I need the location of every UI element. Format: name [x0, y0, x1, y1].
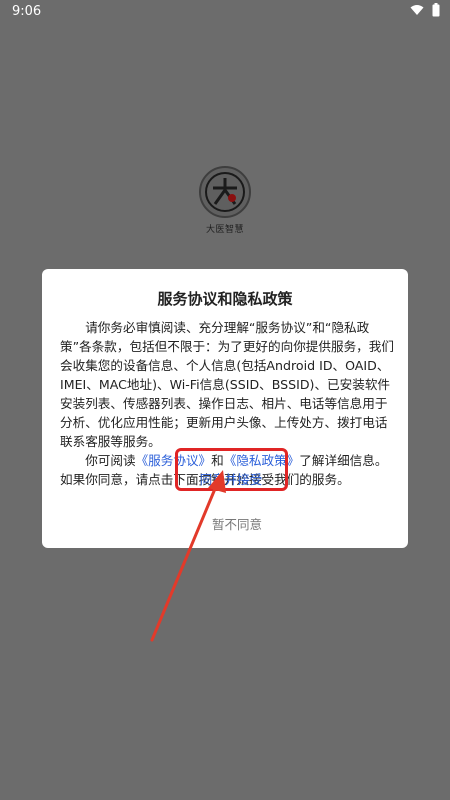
policy-paragraph-1: 请你务必审慎阅读、充分理解“服务协议”和“隐私政策”各条款，包括但不限于：为了更… — [60, 320, 394, 449]
logo-emblem-icon — [199, 166, 251, 218]
status-bar: 9:06 — [0, 0, 450, 22]
wifi-icon — [410, 4, 424, 16]
dialog-body: 请你务必审慎阅读、充分理解“服务协议”和“隐私政策”各条款，包括但不限于：为了更… — [60, 318, 394, 489]
logo-caption: 大医智慧 — [205, 225, 244, 235]
and-text: 和 — [211, 453, 224, 468]
agree-button[interactable]: 同意并接受 — [196, 468, 266, 488]
privacy-dialog: 服务协议和隐私政策 请你务必审慎阅读、充分理解“服务协议”和“隐私政策”各条款，… — [42, 269, 408, 548]
dialog-title: 服务协议和隐私政策 — [157, 290, 293, 308]
app-logo: 大医智慧 — [195, 166, 255, 235]
privacy-policy-link[interactable]: 《隐私政策》 — [224, 453, 300, 468]
status-icons — [410, 3, 440, 17]
service-agreement-link[interactable]: 《服务协议》 — [136, 453, 212, 468]
status-time: 9:06 — [12, 4, 42, 19]
paragraph2-prefix: 你可阅读 — [85, 453, 136, 468]
disagree-button[interactable]: 暂不同意 — [202, 513, 272, 533]
battery-icon — [432, 3, 440, 17]
